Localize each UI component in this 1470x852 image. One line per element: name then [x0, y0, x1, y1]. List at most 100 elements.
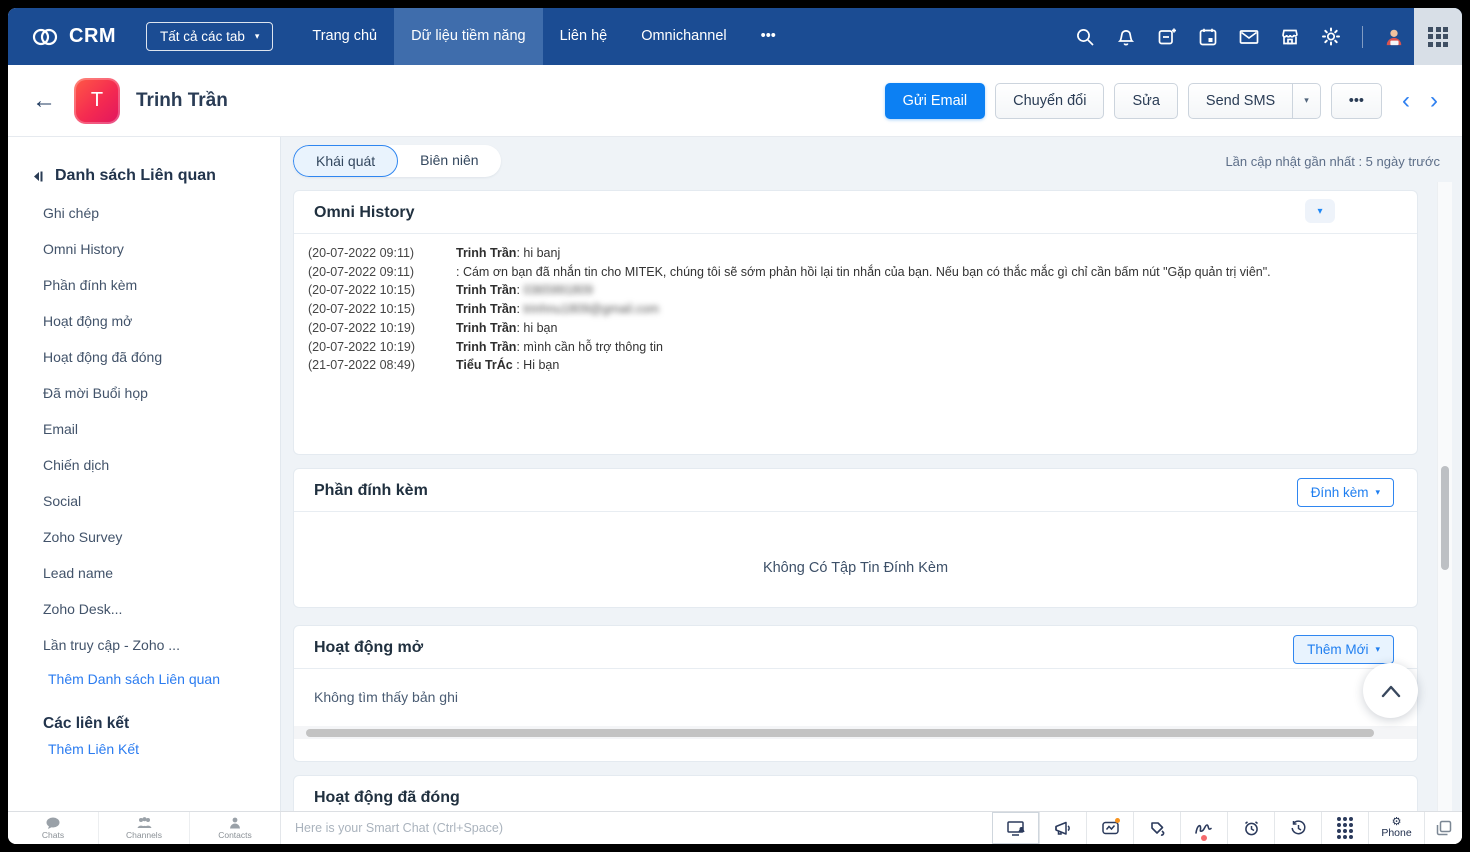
- user-avatar[interactable]: [1384, 27, 1404, 47]
- record-name: Trinh Trần: [136, 90, 228, 112]
- edit-button[interactable]: Sửa: [1114, 83, 1177, 119]
- chevron-down-icon: ▾: [1304, 95, 1309, 106]
- top-navbar: CRM Tất cả các tab ▾ Trang chủ Dữ liệu t…: [8, 8, 1462, 65]
- closed-activities-title: Hoạt động đã đóng: [314, 789, 460, 806]
- remote-session-button[interactable]: [992, 812, 1039, 844]
- marketplace-icon[interactable]: [1280, 27, 1300, 47]
- tab-lien-he[interactable]: Liên hệ: [543, 8, 625, 65]
- attach-button[interactable]: Đính kèm ▾: [1297, 478, 1394, 507]
- announcements-button[interactable]: [1039, 812, 1086, 844]
- sidebar-item-zoho-survey[interactable]: Zoho Survey: [8, 519, 280, 555]
- calendar-icon[interactable]: [1198, 27, 1218, 47]
- convert-button[interactable]: Chuyển đổi: [995, 83, 1104, 119]
- chat-timestamp: (20-07-2022 09:11): [308, 244, 456, 263]
- sidebar-item-ph-n-nh-k-m[interactable]: Phần đính kèm: [8, 267, 280, 303]
- sidebar-item-social[interactable]: Social: [8, 483, 280, 519]
- tab-trang-chu[interactable]: Trang chủ: [295, 8, 394, 65]
- more-actions-button[interactable]: •••: [1331, 83, 1382, 119]
- omni-history-card: Omni History ▾ (20-07-2022 09:11)Trinh T…: [293, 190, 1418, 455]
- open-activities-header: Hoạt động mở Thêm Mới ▾: [294, 626, 1417, 669]
- attachments-card: Phần đính kèm Đính kèm ▾ Không Có Tập Ti…: [293, 468, 1418, 608]
- copy-stack-button[interactable]: [1424, 812, 1462, 844]
- attach-button-label: Đính kèm: [1311, 485, 1369, 500]
- view-switch-bar: Khái quát Biên niên Lần cập nhật gần nhấ…: [281, 137, 1462, 185]
- sidebar-item-omni-history[interactable]: Omni History: [8, 231, 280, 267]
- megaphone-icon: [1054, 821, 1072, 836]
- chevron-down-icon: ▾: [1375, 487, 1380, 498]
- people-group-icon: [136, 817, 153, 829]
- tag-button[interactable]: [1133, 812, 1180, 844]
- omni-history-collapse-button[interactable]: ▾: [1305, 199, 1335, 223]
- previous-record-button[interactable]: ‹: [1402, 89, 1410, 113]
- tab-timeline[interactable]: Biên niên: [398, 145, 500, 177]
- smart-chat-bar: [281, 812, 992, 844]
- add-new-button-label: Thêm Mới: [1307, 642, 1368, 657]
- settings-gear-icon[interactable]: [1321, 27, 1341, 47]
- zia-insights-button[interactable]: [1086, 812, 1133, 844]
- back-button[interactable]: ←: [32, 89, 56, 113]
- sidebar-item-m-i-bu-i-h-p[interactable]: Đã mời Buổi họp: [8, 375, 280, 411]
- phone-settings-gear-icon: ⚙: [1392, 818, 1402, 827]
- phone-button[interactable]: ⚙ Phone: [1368, 812, 1424, 844]
- all-tabs-dropdown[interactable]: Tất cả các tab ▾: [146, 22, 273, 51]
- omni-history-entry: (20-07-2022 10:19)Trinh Trần: mình cần h…: [308, 338, 1403, 357]
- next-record-button[interactable]: ›: [1430, 89, 1438, 113]
- related-list-items: Ghi chépOmni HistoryPhần đính kèmHoạt độ…: [8, 195, 280, 663]
- sidebar-item-ho-t-ng-ng[interactable]: Hoạt động đã đóng: [8, 339, 280, 375]
- attachments-empty-text: Không Có Tập Tin Đính Kèm: [294, 560, 1417, 576]
- tab-omnichannel[interactable]: Omnichannel: [624, 8, 743, 65]
- dialpad-button[interactable]: [1321, 812, 1368, 844]
- collapse-sidebar-icon[interactable]: [31, 170, 44, 183]
- send-email-button[interactable]: Gửi Email: [885, 83, 986, 119]
- bottom-toolbar: Chats Channels Contacts: [8, 811, 1462, 844]
- apps-launcher[interactable]: [1414, 8, 1462, 65]
- view-tabs: Khái quát Biên niên: [293, 145, 501, 177]
- horizontal-scrollbar-thumb[interactable]: [306, 729, 1374, 737]
- channels-button[interactable]: Channels: [99, 812, 190, 844]
- links-section-title: Các liên kết: [8, 687, 280, 733]
- sidebar-item-chi-n-d-ch[interactable]: Chiến dịch: [8, 447, 280, 483]
- add-new-button[interactable]: Thêm Mới ▾: [1293, 635, 1394, 664]
- sidebar-item-lead-name[interactable]: Lead name: [8, 555, 280, 591]
- tab-overview[interactable]: Khái quát: [293, 145, 398, 177]
- chat-timestamp: (21-07-2022 08:49): [308, 356, 456, 375]
- bell-icon[interactable]: [1116, 27, 1136, 47]
- channels-label: Channels: [126, 830, 162, 840]
- tab-overflow-dots[interactable]: •••: [744, 8, 793, 65]
- smart-chat-input[interactable]: [281, 821, 992, 835]
- chats-button[interactable]: Chats: [8, 812, 99, 844]
- sidebar-item-l-n-truy-c-p-zoho[interactable]: Lần truy cập - Zoho ...: [8, 627, 280, 663]
- contacts-button[interactable]: Contacts: [190, 812, 281, 844]
- sidebar-item-email[interactable]: Email: [8, 411, 280, 447]
- vertical-scrollbar-thumb[interactable]: [1441, 466, 1449, 570]
- reminders-button[interactable]: [1227, 812, 1274, 844]
- add-link-link[interactable]: Thêm Liên Kết: [8, 733, 280, 757]
- chat-timestamp: (20-07-2022 10:15): [308, 300, 456, 319]
- new-note-icon[interactable]: [1157, 27, 1177, 47]
- brand-name: CRM: [69, 25, 116, 48]
- mail-icon[interactable]: [1239, 27, 1259, 47]
- tab-du-lieu-tiem-nang[interactable]: Dữ liệu tiềm năng: [394, 8, 543, 65]
- remote-session-icon: [1007, 821, 1026, 836]
- chevron-down-icon: ▾: [1375, 644, 1380, 655]
- recent-history-button[interactable]: [1274, 812, 1321, 844]
- add-related-list-link[interactable]: Thêm Danh sách Liên quan: [8, 663, 280, 687]
- alarm-icon: [1243, 820, 1260, 836]
- chat-message: Trinh Trần: 0365991809: [456, 281, 593, 300]
- sidebar-item-zoho-desk[interactable]: Zoho Desk...: [8, 591, 280, 627]
- sidebar-item-ghi-ch-p[interactable]: Ghi chép: [8, 195, 280, 231]
- attachments-header: Phần đính kèm Đính kèm ▾: [294, 469, 1417, 512]
- record-detail-content: Khái quát Biên niên Lần cập nhật gần nhấ…: [281, 137, 1462, 811]
- search-icon[interactable]: [1075, 27, 1095, 47]
- chat-message: Trinh Trần: hi banj: [456, 244, 560, 263]
- record-avatar[interactable]: T: [74, 78, 120, 124]
- omni-history-entry: (21-07-2022 08:49)Tiểu TrÁc : Hi bạn: [308, 356, 1403, 375]
- sidebar-item-ho-t-ng-m[interactable]: Hoạt động mở: [8, 303, 280, 339]
- omni-history-entry: (20-07-2022 10:15)Trinh Trần: trinhnu180…: [308, 300, 1403, 319]
- zoho-crm-brand[interactable]: CRM: [30, 25, 116, 49]
- navbar-divider: [1362, 26, 1363, 48]
- zia-button[interactable]: [1180, 812, 1227, 844]
- send-sms-button[interactable]: Send SMS: [1189, 84, 1292, 118]
- send-sms-caret[interactable]: ▾: [1292, 84, 1320, 118]
- scroll-to-top-button[interactable]: [1363, 663, 1418, 718]
